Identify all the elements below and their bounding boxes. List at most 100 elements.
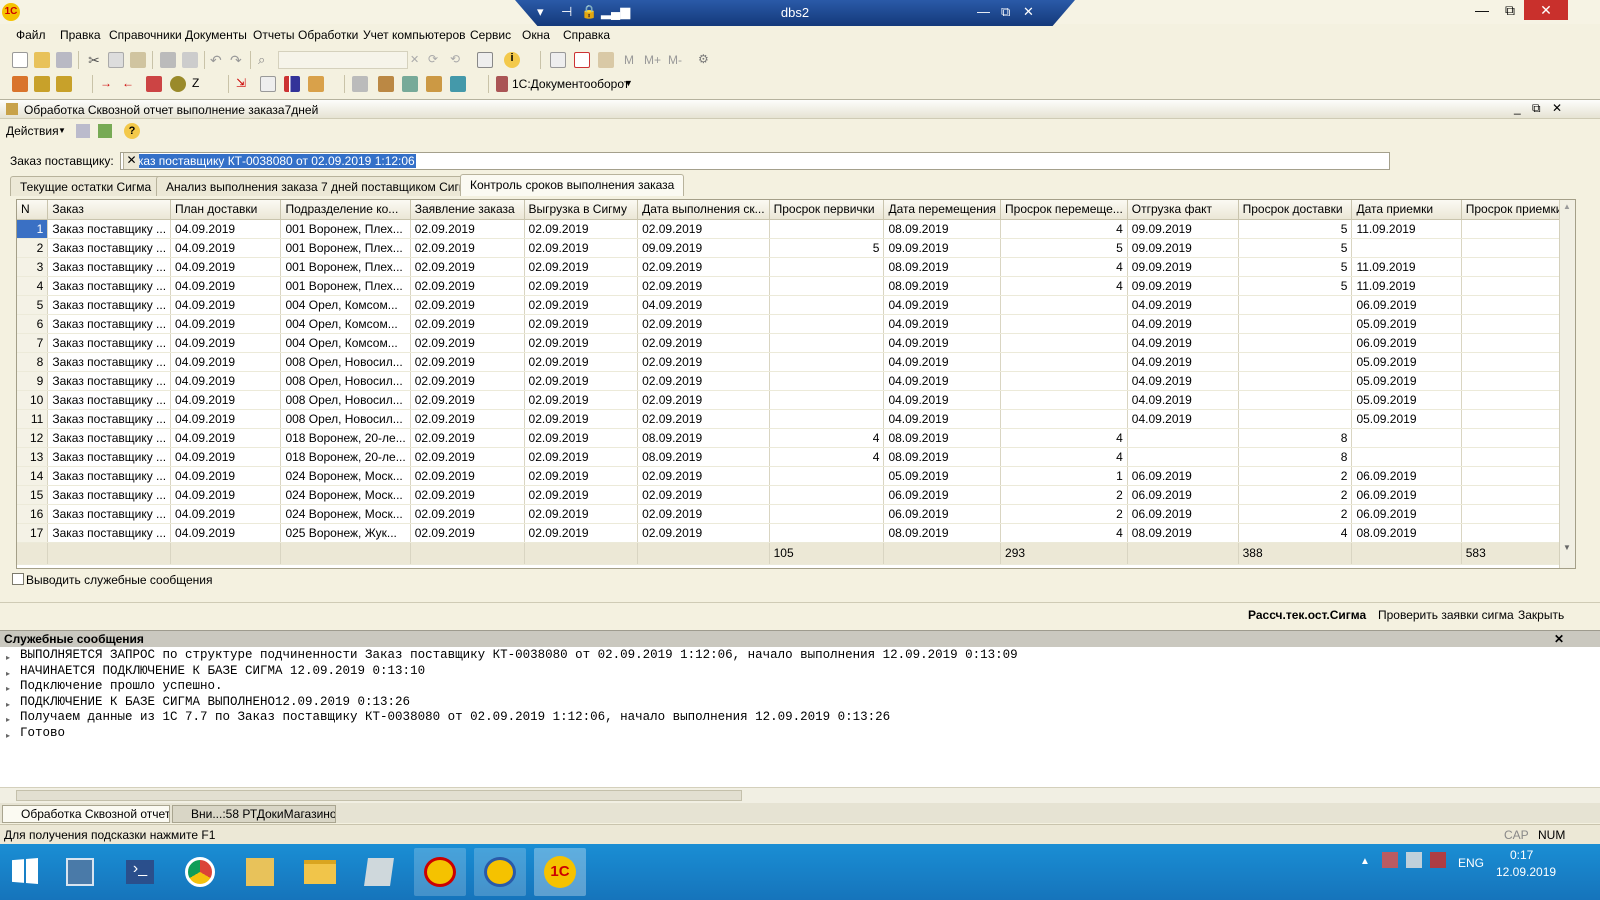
table-cell[interactable]: 008 Орел, Новосил... [280,409,411,429]
close-icon[interactable]: ✕ [1023,4,1034,20]
table-row[interactable]: 3 Заказ поставщику ... 04.09.2019 001 Ворон… [17,257,1576,277]
table-cell[interactable]: Заказ поставщику ... [47,333,172,353]
report-icon[interactable] [352,76,368,92]
table-cell[interactable]: 02.09.2019 [410,238,525,258]
restore-settings-icon[interactable] [98,124,112,138]
table-cell[interactable] [769,314,885,334]
table-cell[interactable]: 2 [1000,504,1128,524]
messages-horizontal-scrollbar[interactable] [0,787,1600,803]
table-cell[interactable]: 2 [1461,333,1576,353]
copy-icon[interactable] [108,52,124,68]
document-icon[interactable] [260,76,276,92]
table-cell[interactable]: 02.09.2019 [410,352,525,372]
table-cell[interactable] [769,276,885,296]
table-cell[interactable] [769,219,885,239]
tab-sigma-stock[interactable]: Текущие остатки Сигма [10,176,162,196]
minimize-icon[interactable]: _ [1514,101,1521,115]
table-cell[interactable]: 06.09.2019 [1351,504,1462,524]
window-tab-report[interactable]: Обработка Сквозной отчет... [2,805,170,823]
table-cell[interactable]: 2 [1238,504,1353,524]
save-settings-icon[interactable] [76,124,90,138]
table-cell[interactable]: 024 Воронеж, Моск... [280,466,411,486]
table-cell[interactable]: 08.09.2019 [637,428,770,448]
table-cell[interactable]: 02.09.2019 [410,276,525,296]
table-cell[interactable]: 7 [17,333,49,353]
tab-deadline-control[interactable]: Контроль сроков выполнения заказа [460,174,685,196]
table-cell[interactable] [1238,295,1353,315]
users-icon[interactable] [598,52,614,68]
table-cell[interactable]: 5 [769,238,885,258]
table-cell[interactable] [1127,428,1239,448]
table-cell[interactable]: 04.09.2019 [170,466,282,486]
table-cell[interactable]: 02.09.2019 [524,295,639,315]
table-cell[interactable]: 06.09.2019 [1351,295,1462,315]
table-cell[interactable]: 4 [1000,276,1128,296]
table-cell[interactable]: 08.09.2019 [883,219,1002,239]
pen-icon[interactable] [426,76,442,92]
network-alert-icon[interactable] [1382,852,1398,868]
move-icon[interactable] [402,76,418,92]
table-cell[interactable]: 7 [1461,257,1576,277]
explorer-icon[interactable] [294,848,346,896]
window-tab-docs[interactable]: Вни...:58 РТДокиМагазинов [172,805,336,823]
table-cell[interactable] [769,371,885,391]
table-cell[interactable]: 018 Воронеж, 20-ле... [280,447,411,467]
table-cell[interactable]: 024 Воронеж, Моск... [280,504,411,524]
table-cell[interactable]: 02.09.2019 [637,219,770,239]
column-header[interactable]: Отгрузка факт [1127,200,1239,220]
table-cell[interactable]: 02.09.2019 [524,276,639,296]
table-cell[interactable]: 06.09.2019 [1127,485,1239,505]
table-cell[interactable]: 02.09.2019 [410,219,525,239]
table-cell[interactable] [769,333,885,353]
table-row[interactable]: 8 Заказ поставщику ... 04.09.2019 008 Орел,… [17,352,1576,372]
table-cell[interactable]: 02.09.2019 [410,314,525,334]
open-folder-icon[interactable] [34,52,50,68]
table-cell[interactable]: 001 Воронеж, Плех... [280,257,411,277]
table-cell[interactable]: Заказ поставщику ... [47,485,172,505]
table-cell[interactable]: 04.09.2019 [170,257,282,277]
column-header[interactable]: Дата выполнения ск... [637,200,770,220]
table-cell[interactable]: 04.09.2019 [1127,333,1239,353]
1c77-second-icon[interactable] [474,848,526,896]
paste-icon[interactable] [130,52,146,68]
table-cell[interactable]: 08.09.2019 [883,523,1002,543]
table-cell[interactable]: 08.09.2019 [1127,523,1239,543]
book-icon[interactable] [12,76,28,92]
table-cell[interactable]: 8 [1461,238,1576,258]
table-cell[interactable] [769,523,885,543]
table-cell[interactable]: 02.09.2019 [637,466,770,486]
actions-menu[interactable]: Действия [6,124,59,138]
table-cell[interactable]: 02.09.2019 [524,485,639,505]
column-header[interactable]: N [17,200,49,220]
table-cell[interactable] [1238,390,1353,410]
tools-app-icon[interactable] [234,848,286,896]
table-cell[interactable]: 02.09.2019 [524,238,639,258]
table-cell[interactable] [769,485,885,505]
table-cell[interactable] [1000,371,1128,391]
table-cell[interactable]: 4 [1000,257,1128,277]
table-cell[interactable]: Заказ поставщику ... [47,428,172,448]
table-cell[interactable]: 02.09.2019 [410,428,525,448]
check-orders-button[interactable]: Проверить заявки сигма [1378,608,1514,622]
table-cell[interactable]: 025 Воронеж, Жук... [280,523,411,543]
table-cell[interactable]: 08.09.2019 [883,447,1002,467]
table-cell[interactable]: 09.09.2019 [1127,276,1239,296]
memory-sub-button[interactable]: M- [668,53,682,67]
table-row[interactable]: 15 Заказ поставщику ... 04.09.2019 024 Воро… [17,485,1576,505]
table-cell[interactable]: 04.09.2019 [1127,390,1239,410]
order-input[interactable]: Заказ поставщику КТ-0038080 от 02.09.201… [120,152,1390,170]
table-cell[interactable]: 02.09.2019 [410,257,525,277]
table-cell[interactable]: Заказ поставщику ... [47,466,172,486]
clock-time[interactable]: 0:17 [1510,848,1533,862]
cut-icon[interactable]: ✂ [86,52,102,68]
table-cell[interactable]: 4 [769,428,885,448]
table-cell[interactable]: 8 [17,352,49,372]
table-row[interactable]: 12 Заказ поставщику ... 04.09.2019 018 Воро… [17,428,1576,448]
table-cell[interactable]: 02.09.2019 [637,485,770,505]
table-cell[interactable]: 02.09.2019 [410,466,525,486]
messages-panel[interactable]: ▸ ВЫПОЛНЯЕТСЯ ЗАПРОС по структуре подчине… [0,647,1600,787]
menu-windows[interactable]: Окна [522,28,550,42]
table-cell[interactable]: 2 [1461,504,1576,524]
table-cell[interactable]: 1 [1461,371,1576,391]
table-cell[interactable]: Заказ поставщику ... [47,523,172,543]
